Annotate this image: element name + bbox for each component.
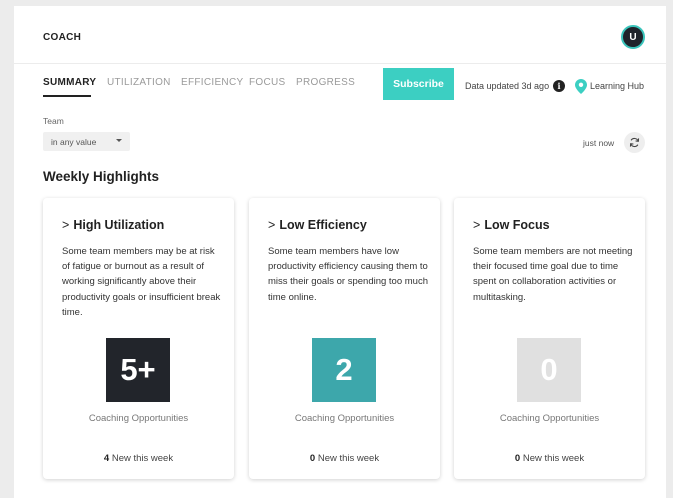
section-title: Weekly Highlights: [43, 169, 160, 184]
team-filter-label: Team: [43, 116, 64, 126]
metric-box: 0: [517, 338, 581, 402]
tab-efficiency[interactable]: EFFICIENCY: [181, 77, 243, 88]
tab-utilization[interactable]: UTILIZATION: [107, 77, 171, 88]
app-title: COACH: [43, 32, 82, 43]
user-avatar[interactable]: U: [621, 25, 645, 49]
card-title[interactable]: > High Utilization: [62, 218, 164, 232]
tab-focus[interactable]: FOCUS: [249, 77, 286, 88]
new-label: New this week: [111, 453, 174, 464]
card-description: Some team members may be at risk of fati…: [62, 246, 221, 318]
card-title-text: High Utilization: [73, 218, 165, 232]
highlight-card-low-focus[interactable]: > Low Focus Some team members are not mee…: [454, 198, 645, 479]
data-updated-text: Data updated 3d ago: [465, 81, 550, 91]
learning-hub-link[interactable]: Learning Hub: [590, 81, 644, 91]
last-refresh-time: just now: [583, 138, 615, 148]
team-filter-value: in any value: [51, 136, 97, 147]
new-count: 0: [309, 453, 316, 464]
active-tab-indicator: [43, 95, 91, 97]
app-header: COACH U: [14, 6, 666, 64]
new-this-week: 0 New this week: [454, 453, 645, 464]
location-pin-icon: [575, 79, 587, 94]
metric-label: Coaching Opportunities: [499, 413, 600, 424]
team-filter-select[interactable]: in any value: [43, 132, 130, 151]
main-panel: COACH U SUMMARY UTILIZATION EFFICIENCY F…: [14, 6, 666, 498]
new-this-week: 4 New this week: [43, 453, 234, 464]
new-count: 4: [103, 453, 110, 464]
tab-summary[interactable]: SUMMARY: [43, 77, 96, 88]
metric-box: 5+: [106, 338, 170, 402]
card-description: Some team members have low productivity …: [268, 246, 428, 303]
refresh-button[interactable]: [624, 132, 645, 153]
new-count: 0: [514, 453, 521, 464]
metric-label: Coaching Opportunities: [294, 413, 395, 424]
chevron-right-icon: >: [473, 218, 481, 232]
info-icon[interactable]: i: [553, 80, 565, 92]
chevron-right-icon: >: [268, 218, 276, 232]
card-title[interactable]: > Low Efficiency: [268, 218, 367, 232]
highlight-card-high-utilization[interactable]: > High Utilization Some team members may …: [43, 198, 234, 479]
card-title-text: Low Focus: [484, 218, 550, 232]
highlight-card-low-efficiency[interactable]: > Low Efficiency Some team members have l…: [249, 198, 440, 479]
new-label: New this week: [317, 453, 380, 464]
new-this-week: 0 New this week: [249, 453, 440, 464]
card-title[interactable]: > Low Focus: [473, 218, 550, 232]
chevron-right-icon: >: [62, 218, 70, 232]
metric-label: Coaching Opportunities: [88, 413, 189, 424]
new-label: New this week: [522, 453, 585, 464]
card-title-text: Low Efficiency: [279, 218, 367, 232]
subscribe-button[interactable]: Subscribe: [383, 68, 454, 100]
card-description: Some team members are not meeting their …: [473, 246, 633, 303]
tab-progress[interactable]: PROGRESS: [296, 77, 355, 88]
refresh-icon: [629, 137, 640, 148]
metric-box: 2: [312, 338, 376, 402]
caret-down-icon: [116, 139, 122, 142]
